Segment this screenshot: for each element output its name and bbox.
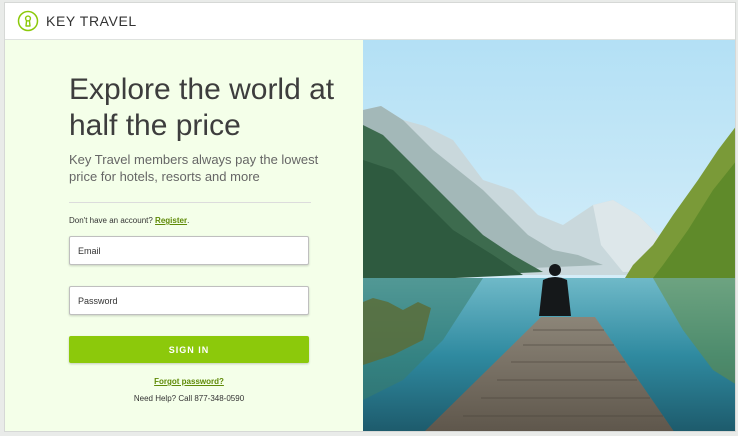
page-title: Explore the world at half the price	[69, 73, 335, 142]
sign-in-button[interactable]: SIGN IN	[69, 336, 309, 363]
register-link[interactable]: Register	[155, 216, 187, 225]
register-prompt-text: Don't have an account?	[69, 216, 153, 225]
page-subtitle: Key Travel members always pay the lowest…	[69, 152, 319, 184]
lake-landscape-photo	[363, 40, 735, 431]
help-phone-text: Need Help? Call 877-348-0590	[133, 394, 245, 403]
password-input[interactable]	[70, 287, 308, 314]
app-window: KEY TRAVEL Explore the world at half the…	[4, 2, 736, 432]
login-panel: Explore the world at half the price Key …	[5, 40, 363, 431]
brand-name[interactable]: KEY TRAVEL	[46, 13, 137, 29]
forgot-password-link[interactable]: Forgot password?	[69, 377, 309, 386]
email-field[interactable]	[69, 236, 309, 265]
top-bar: KEY TRAVEL	[5, 3, 735, 40]
email-input[interactable]	[70, 237, 308, 264]
password-field[interactable]	[69, 286, 309, 315]
register-prompt: Don't have an account? Register.	[69, 216, 189, 225]
divider	[69, 202, 311, 203]
register-prompt-suffix: .	[187, 216, 190, 225]
key-logo-icon[interactable]	[17, 10, 39, 32]
